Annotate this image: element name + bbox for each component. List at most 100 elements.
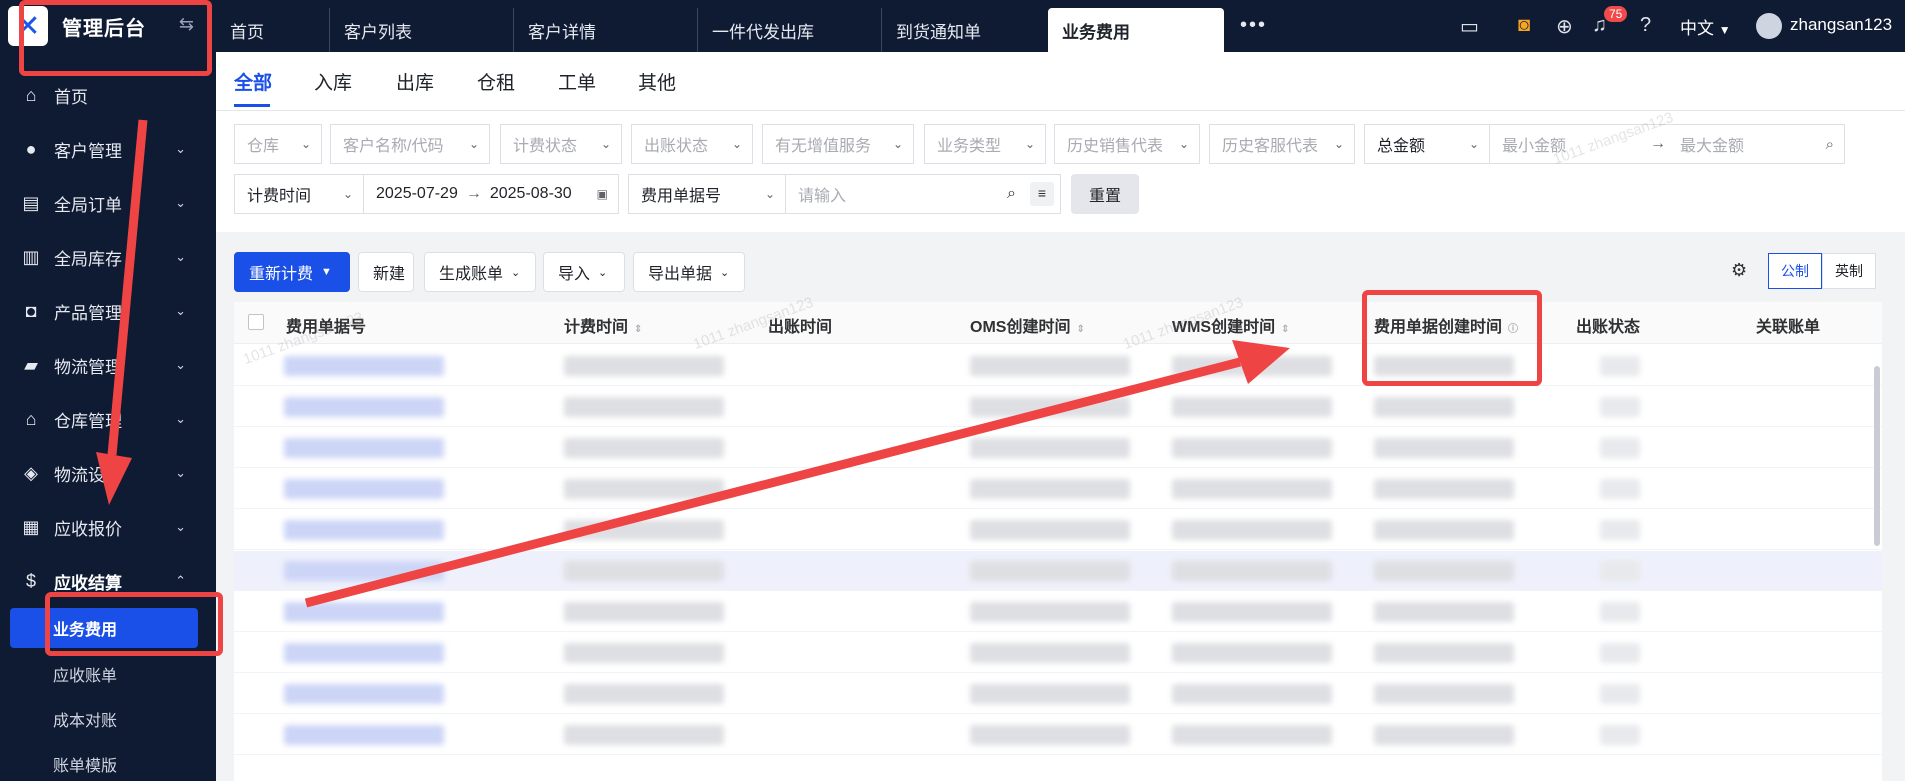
sales-rep-select[interactable]: 历史销售代表 ⌄ (1054, 124, 1200, 164)
sidebar-item-products[interactable]: ◘ 产品管理 ⌄ (0, 284, 216, 338)
table-row[interactable] (234, 387, 1882, 427)
business-type-select[interactable]: 业务类型 ⌄ (924, 124, 1046, 164)
collapse-sidebar-icon[interactable]: ⇆ (179, 14, 194, 35)
top-tab-bar: 首页 客户列表 客户详情 一件代发出库 到货通知单 业务费用 ••• ▭ ◙ ⊕… (216, 0, 1905, 52)
redacted-cell (564, 684, 724, 704)
service-rep-select[interactable]: 历史客服代表 ⌄ (1209, 124, 1355, 164)
date-end[interactable]: 2025-08-30 (490, 185, 572, 203)
column-header[interactable]: 费用单据号 (286, 313, 366, 337)
export-button[interactable]: 导出单据 ⌄ (633, 252, 745, 292)
column-header[interactable]: 计费时间 ⇕ (564, 313, 642, 337)
billing-status-select[interactable]: 计费状态 ⌄ (500, 124, 622, 164)
column-header[interactable]: WMS创建时间 ⇕ (1172, 313, 1290, 337)
bill-status-select[interactable]: 出账状态 ⌄ (631, 124, 753, 164)
table-row[interactable] (234, 510, 1882, 550)
sidebar-item-warehouse[interactable]: ⌂ 仓库管理 ⌄ (0, 392, 216, 446)
column-header[interactable]: 出账状态 (1576, 313, 1640, 337)
avatar[interactable] (1756, 13, 1782, 39)
sidebar-item-logistics-settings[interactable]: ◈ 物流设 ⌄ (0, 446, 216, 500)
sidebar-subitem-bill-templates[interactable]: 账单模版 (10, 744, 198, 781)
clipboard-icon: ▤ (22, 192, 40, 213)
inbox-icon[interactable]: ▭ (1460, 14, 1479, 39)
metric-toggle[interactable]: 公制 (1768, 253, 1822, 289)
sidebar-item-logistics[interactable]: ▰ 物流管理 ⌄ (0, 338, 216, 392)
tab-arrival-notice[interactable]: 到货通知单 (882, 8, 1064, 52)
more-tabs-icon[interactable]: ••• (1240, 14, 1267, 37)
truck-icon: ▰ (24, 354, 38, 375)
amount-type-select[interactable]: 总金额 ⌄ (1364, 124, 1490, 164)
redacted-cell (970, 725, 1130, 745)
max-amount-placeholder[interactable]: 最大金额 (1680, 132, 1744, 156)
generate-bill-button[interactable]: 生成账单 ⌄ (424, 252, 536, 292)
column-header[interactable]: OMS创建时间 ⇕ (970, 313, 1085, 337)
help-icon[interactable]: ⓘ (1508, 324, 1518, 335)
create-button[interactable]: 新建 (358, 252, 414, 292)
sidebar-item-inventory[interactable]: ▥ 全局库存 ⌄ (0, 230, 216, 284)
notification-badge: 75 (1604, 6, 1628, 22)
table-row[interactable] (234, 715, 1882, 755)
tab-customer-list[interactable]: 客户列表 (330, 8, 514, 52)
tab-customer-detail[interactable]: 客户详情 (514, 8, 698, 52)
sidebar-item-home[interactable]: ⌂ 首页 (0, 68, 216, 122)
sidebar-item-quotes[interactable]: ▦ 应收报价 ⌄ (0, 500, 216, 554)
column-header-label: OMS创建时间 (970, 319, 1071, 336)
subtab-outbound[interactable]: 出库 (396, 68, 434, 95)
sidebar-subitem-business-fees[interactable]: 业务费用 (10, 608, 198, 648)
column-header[interactable]: 费用单据创建时间 ⓘ (1374, 313, 1518, 337)
sidebar-subitem-receivable-bills[interactable]: 应收账单 (10, 654, 198, 694)
warehouse-select[interactable]: 仓库 ⌄ (234, 124, 322, 164)
reset-button[interactable]: 重置 (1071, 174, 1139, 214)
search-icon[interactable]: ⌕ (1007, 185, 1016, 203)
recalculate-button[interactable]: 重新计费 ▼ (234, 252, 350, 292)
sidebar-item-customers[interactable]: ● 客户管理 ⌄ (0, 122, 216, 176)
subtab-inbound[interactable]: 入库 (314, 68, 352, 95)
tab-business-fees[interactable]: 业务费用 (1048, 8, 1224, 52)
search-icon[interactable]: ⌕ (1826, 136, 1834, 153)
username[interactable]: zhangsan123 (1790, 15, 1892, 35)
sort-icon[interactable]: ⇕ (634, 324, 642, 335)
date-start[interactable]: 2025-07-29 (376, 185, 458, 203)
column-settings-icon[interactable]: ⚙ (1731, 260, 1747, 281)
subtab-storage[interactable]: 仓租 (477, 68, 515, 95)
sort-icon[interactable]: ⇕ (1076, 324, 1084, 335)
chevron-down-icon: ⌄ (1178, 137, 1189, 151)
sidebar-subitem-cost-reconciliation[interactable]: 成本对账 (10, 699, 198, 739)
tab-dropship-outbound[interactable]: 一件代发出库 (698, 8, 882, 52)
download-icon[interactable]: ⊕ (1556, 14, 1573, 39)
column-header[interactable]: 出账时间 (768, 313, 832, 337)
chevron-down-icon: ⌄ (175, 357, 186, 372)
value-added-select[interactable]: 有无增值服务 ⌄ (762, 124, 914, 164)
select-all-checkbox[interactable] (248, 314, 264, 330)
table-row[interactable] (234, 633, 1882, 673)
imperial-toggle[interactable]: 英制 (1822, 253, 1876, 289)
batch-filter-icon[interactable]: ≡ (1030, 182, 1054, 206)
language-select[interactable]: 中文 ▼ (1680, 14, 1731, 39)
help-icon[interactable]: ? (1640, 14, 1651, 37)
table-row[interactable] (234, 551, 1882, 591)
customer-select[interactable]: 客户名称/代码 ⌄ (330, 124, 490, 164)
subtab-all[interactable]: 全部 (234, 68, 272, 95)
sort-icon[interactable]: ⇕ (1281, 324, 1289, 335)
column-header[interactable]: 关联账单 (1756, 313, 1820, 337)
sidebar-item-settlement[interactable]: $ 应收结算 ⌃ (0, 554, 216, 608)
robot-icon[interactable]: ◙ (1518, 14, 1530, 37)
time-type-select[interactable]: 计费时间 ⌄ (234, 174, 364, 214)
subtab-workorder[interactable]: 工单 (558, 68, 596, 95)
search-input[interactable]: 请输入 ⌕ ≡ (785, 174, 1061, 214)
sidebar-item-orders[interactable]: ▤ 全局订单 ⌄ (0, 176, 216, 230)
min-amount-placeholder[interactable]: 最小金额 (1502, 132, 1566, 156)
subtab-other[interactable]: 其他 (638, 68, 676, 95)
column-header-label: 计费时间 (564, 319, 629, 336)
table-row[interactable] (234, 469, 1882, 509)
table-row[interactable] (234, 592, 1882, 632)
import-button[interactable]: 导入 ⌄ (543, 252, 625, 292)
doc-type-select[interactable]: 费用单据号 ⌄ (628, 174, 786, 214)
vertical-scrollbar[interactable] (1874, 366, 1880, 546)
table-row[interactable] (234, 346, 1882, 386)
amount-range-input[interactable]: 最小金额 → 最大金额 ⌕ (1489, 124, 1845, 164)
filter-panel: 全部 入库 出库 仓租 工单 其他 仓库 ⌄ 客户名称/代码 ⌄ 计费状态 ⌄ 出账状… (216, 52, 1905, 232)
table-row[interactable] (234, 428, 1882, 468)
tab-home[interactable]: 首页 (216, 8, 330, 52)
date-range-picker[interactable]: 2025-07-29 → 2025-08-30 ▣ (363, 174, 619, 214)
table-row[interactable] (234, 674, 1882, 714)
